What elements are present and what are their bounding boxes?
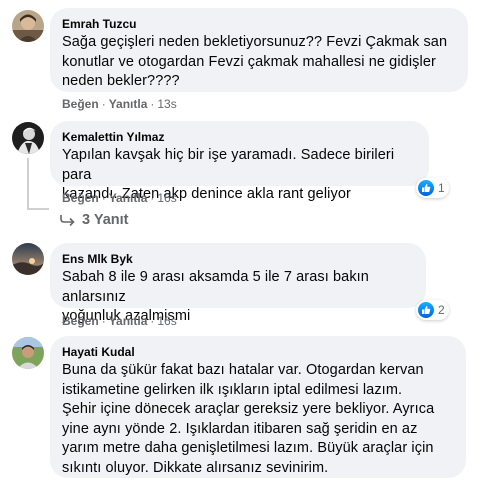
separator-dot: ·	[150, 314, 155, 328]
timestamp[interactable]: 16s	[157, 191, 176, 205]
thumbs-up-icon	[418, 180, 434, 196]
comment-line: Sabah 8 ile 9 arası aksamda 5 ile 7 aras…	[62, 269, 369, 305]
comment-line: konutlar ve otogardan Fevzi çakmak mahal…	[62, 53, 436, 70]
comment-actions: Beğen · Yanıtla · 16s	[62, 190, 177, 206]
avatar[interactable]	[12, 337, 44, 369]
reaction-count[interactable]: 1	[416, 178, 449, 198]
timestamp[interactable]: 13s	[157, 97, 176, 111]
comment-line: Şehir içine dönecek araçlar gereksiz yer…	[62, 401, 435, 417]
comment-line: Yapılan kavşak hiç bir işe yaramadı. Sad…	[62, 147, 395, 183]
avatar[interactable]	[12, 243, 44, 275]
comment-line: sıkıntı oluyor. Dikkate alırsanız sevini…	[62, 459, 329, 476]
reply-button[interactable]: Yanıtla	[109, 97, 148, 111]
comment-actions: Beğen · Yanıtla · 13s	[62, 96, 177, 112]
replies-label: 3 Yanıt	[82, 212, 129, 228]
reaction-number: 1	[438, 181, 445, 195]
timestamp[interactable]: 16s	[157, 314, 176, 328]
comment-line: Sağa geçişleri neden bekletiyorsunuz?? F…	[62, 34, 448, 50]
reply-arrow-icon	[60, 214, 76, 226]
comment-line: neden bekler????	[62, 73, 180, 89]
separator-dot: ·	[150, 191, 155, 205]
comment-bubble: Emrah Tuzcu Sağa geçişleri neden bekleti…	[50, 8, 468, 92]
like-button[interactable]: Beğen	[62, 191, 99, 205]
comment-line: yarım metre daha genişletilmesi lazım. B…	[62, 440, 434, 456]
comment-bubble: Ens Mlk Byk Sabah 8 ile 9 arası aksamda …	[50, 243, 426, 324]
reply-button[interactable]: Yanıtla	[109, 191, 148, 205]
like-button[interactable]: Beğen	[62, 314, 99, 328]
comment-actions: Beğen · Yanıtla · 16s	[62, 313, 177, 329]
thread-line	[27, 208, 49, 210]
separator-dot: ·	[101, 314, 106, 328]
view-replies-link[interactable]: 3 Yanıt	[60, 212, 128, 228]
comment-author[interactable]: Kemalettin Yılmaz	[62, 129, 417, 145]
reaction-count[interactable]: 2	[416, 300, 449, 320]
thread-line	[27, 158, 29, 210]
separator-dot: ·	[101, 191, 106, 205]
avatar[interactable]	[12, 122, 44, 154]
comment-author[interactable]: Emrah Tuzcu	[62, 16, 456, 32]
reaction-number: 2	[438, 303, 445, 317]
thumbs-up-icon	[418, 302, 434, 318]
separator-dot: ·	[101, 97, 106, 111]
comment-line: istikametine gelirken ilk ışıkların ipta…	[62, 381, 403, 398]
like-button[interactable]: Beğen	[62, 97, 99, 111]
comment-line: yine aynı yönde 2. Işıklardan itibaren s…	[62, 420, 418, 437]
comment-author[interactable]: Ens Mlk Byk	[62, 251, 414, 267]
comment-bubble: Kemalettin Yılmaz Yapılan kavşak hiç bir…	[50, 121, 429, 202]
comment-bubble: Hayati Kudal Buna da şükür fakat bazı ha…	[50, 336, 466, 478]
separator-dot: ·	[150, 97, 155, 111]
reply-button[interactable]: Yanıtla	[109, 314, 148, 328]
avatar[interactable]	[12, 10, 44, 42]
comment-author[interactable]: Hayati Kudal	[62, 344, 454, 360]
comment-line: Buna da şükür fakat bazı hatalar var. Ot…	[62, 362, 424, 378]
